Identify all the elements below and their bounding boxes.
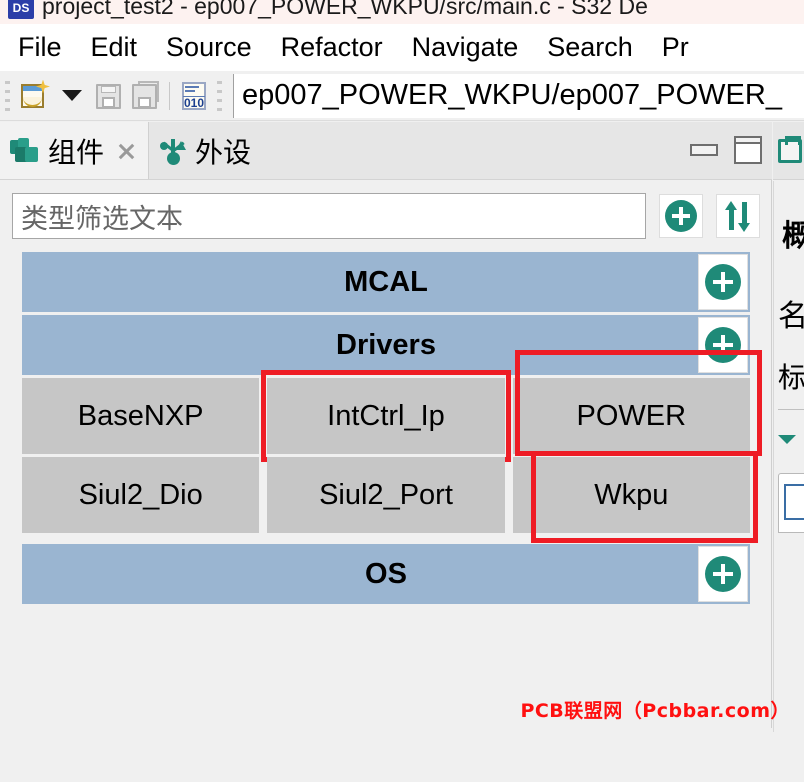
component-tile-siul2-port[interactable]: Siul2_Port — [267, 457, 504, 533]
section-header-os[interactable]: OS — [22, 544, 750, 604]
components-view-panel: 组件 外设 类型筛选文本 — [0, 122, 772, 732]
section-title-mcal: MCAL — [344, 266, 428, 299]
plus-circle-icon — [665, 200, 697, 232]
plus-circle-icon — [705, 264, 741, 300]
window-titlebar: DS project_test2 - ep007_POWER_WKPU/src/… — [0, 0, 804, 24]
usb-peripheral-icon — [159, 137, 187, 165]
menu-item-refactor[interactable]: Refactor — [281, 32, 383, 63]
view-tabstrip: 组件 外设 — [0, 122, 772, 180]
add-component-button[interactable] — [659, 194, 703, 238]
window-title: project_test2 - ep007_POWER_WKPU/src/mai… — [42, 0, 648, 20]
add-to-mcal-button[interactable] — [698, 254, 748, 310]
hex-editor-icon[interactable]: 010 — [179, 80, 209, 112]
dropdown-caret-icon[interactable] — [62, 90, 82, 101]
close-icon[interactable] — [116, 141, 136, 161]
minimize-panel-button[interactable] — [690, 144, 718, 156]
plus-circle-icon — [705, 327, 741, 363]
driver-tile-row-1: BaseNXP IntCtrl_Ip POWER — [22, 378, 750, 454]
properties-divider — [778, 409, 804, 410]
sort-toggle-button[interactable] — [716, 194, 760, 238]
panel-controls — [690, 136, 762, 164]
hex-icon-label: 010 — [183, 96, 205, 109]
resource-path-field[interactable]: ep007_POWER_WKPU/ep007_POWER_ — [233, 74, 804, 118]
properties-panel-clipped: 概 名 标 — [773, 122, 804, 732]
plus-circle-icon — [705, 556, 741, 592]
properties-icon — [778, 139, 802, 163]
sort-arrows-icon — [723, 200, 753, 232]
save-shutter-shape — [102, 97, 115, 108]
panel-bottom-edge — [0, 728, 772, 732]
section-title-drivers: Drivers — [336, 329, 436, 362]
properties-input-clipped[interactable] — [784, 484, 804, 520]
driver-tile-row-2: Siul2_Dio Siul2_Port Wkpu — [22, 457, 750, 533]
properties-field-name-clipped: 名 — [778, 291, 804, 335]
save-label-shape — [101, 86, 116, 93]
hex-line-1-shape — [185, 86, 199, 88]
chevron-down-icon[interactable] — [778, 435, 796, 444]
section-header-mcal[interactable]: MCAL — [22, 252, 750, 312]
properties-heading-clipped: 概 — [782, 211, 804, 255]
section-header-drivers[interactable]: Drivers — [22, 315, 750, 375]
menu-item-search[interactable]: Search — [547, 32, 633, 63]
menu-item-source[interactable]: Source — [166, 32, 252, 63]
main-toolbar: 010 ep007_POWER_WKPU/ep007_POWER_ — [0, 71, 804, 121]
component-tile-power[interactable]: POWER — [513, 378, 750, 454]
component-tile-basenxp[interactable]: BaseNXP — [22, 378, 259, 454]
component-tile-siul2-dio[interactable]: Siul2_Dio — [22, 457, 259, 533]
properties-panel-body: 概 名 标 — [773, 181, 804, 732]
tab-components[interactable]: 组件 — [0, 122, 149, 179]
hex-line-2-shape — [185, 90, 195, 92]
filter-row: 类型筛选文本 — [0, 180, 772, 252]
component-tile-intctrl-ip[interactable]: IntCtrl_Ip — [267, 378, 504, 454]
tab-peripherals-label: 外设 — [195, 131, 251, 171]
add-to-drivers-button[interactable] — [698, 317, 748, 373]
toolbar-grip[interactable] — [5, 81, 10, 111]
menu-item-navigate[interactable]: Navigate — [412, 32, 519, 63]
menu-item-edit[interactable]: Edit — [91, 32, 138, 63]
toolbar-grip-2[interactable] — [217, 81, 222, 111]
components-icon — [10, 138, 40, 164]
save-icon[interactable] — [94, 81, 124, 111]
maximize-panel-button[interactable] — [734, 136, 762, 164]
new-file-icon[interactable] — [18, 80, 50, 112]
save-all-icon[interactable] — [130, 81, 160, 111]
properties-field-label-clipped: 标 — [778, 356, 804, 396]
maximize-bar-shape — [736, 138, 760, 144]
menu-item-file[interactable]: File — [18, 32, 62, 63]
save-all-shutter-shape — [138, 97, 151, 108]
properties-panel-tab[interactable] — [773, 122, 804, 180]
component-tile-wkpu[interactable]: Wkpu — [513, 457, 750, 533]
type-filter-input[interactable]: 类型筛选文本 — [12, 193, 646, 239]
section-title-os: OS — [365, 558, 407, 591]
app-logo-icon: DS — [8, 0, 34, 19]
menubar: File Edit Source Refactor Navigate Searc… — [0, 24, 804, 71]
add-to-os-button[interactable] — [698, 546, 748, 602]
toolbar-separator — [169, 82, 170, 110]
watermark: PCB联盟网（Pcbbar.com） — [520, 696, 790, 723]
menu-item-project[interactable]: Pr — [662, 32, 689, 63]
tab-peripherals[interactable]: 外设 — [149, 122, 263, 179]
tab-components-label: 组件 — [48, 131, 104, 171]
